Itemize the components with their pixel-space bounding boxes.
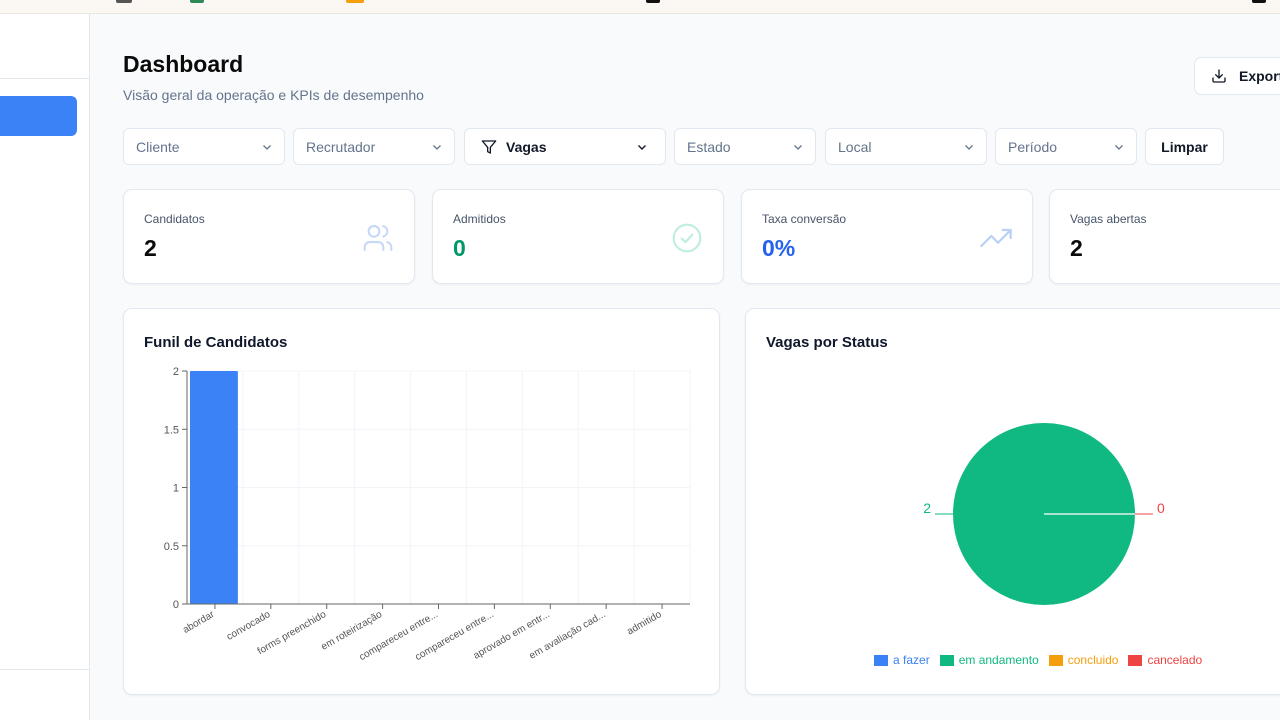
tab-indicator: [346, 0, 364, 3]
legend-item[interactable]: em andamento: [939, 653, 1039, 667]
kpi-label: Candidatos: [144, 212, 205, 226]
kpi-value: 0: [453, 235, 466, 261]
page-subtitle: Visão geral da operação e KPIs de desemp…: [123, 87, 424, 103]
chevron-down-icon: [1115, 144, 1123, 150]
y-tick-label: 1.5: [164, 424, 179, 436]
slice-label: 2: [923, 500, 931, 516]
kpi-card-taxa-conversao: Taxa conversão 0%: [741, 189, 1033, 284]
y-tick-label: 2: [173, 366, 179, 378]
legend-label: cancelado: [1147, 653, 1203, 667]
bar-chart: 00.511.52abordar convocadoforms preenchid…: [164, 366, 691, 663]
chart-legend: a fazer em andamento concluido cancelado: [874, 653, 1202, 667]
bar: [190, 371, 238, 604]
legend-item[interactable]: concluido: [1048, 653, 1119, 667]
y-tick-label: 0: [173, 599, 179, 611]
x-tick-label: convocado: [225, 609, 273, 643]
kpi-value: 2: [144, 235, 157, 261]
kpi-value: 2: [1070, 235, 1083, 261]
chevron-down-icon: [433, 144, 441, 150]
download-icon: [1212, 69, 1226, 83]
legend-item[interactable]: cancelado: [1128, 653, 1202, 667]
kpi-label: Taxa conversão: [762, 212, 847, 226]
tab-indicator: [190, 0, 204, 3]
users-icon: [363, 224, 393, 252]
chart-card-funil: Funil de Candidatos 0 0.5 1 1.5 2 abordar conv…: [123, 308, 720, 695]
tab-indicator: [116, 0, 132, 3]
legend-swatch: [1128, 654, 1143, 666]
filter-label: Estado: [687, 138, 731, 155]
legend-label: concluido: [1067, 653, 1119, 667]
kpi-label: Admitidos: [453, 212, 506, 226]
tab-indicator: [646, 0, 660, 3]
legend-swatch: [1048, 654, 1063, 666]
pie-chart: 20: [923, 423, 1165, 605]
x-tick-label: admitido: [625, 609, 664, 638]
legend-label: em andamento: [958, 653, 1039, 667]
chevron-down-icon: [638, 144, 646, 150]
x-tick-label: abordar: [181, 609, 217, 636]
trending-up-icon: [980, 228, 1012, 248]
legend-swatch: [939, 654, 954, 666]
tab-indicator: [1252, 0, 1266, 3]
page-title: Dashboard: [123, 51, 244, 77]
sidebar-divider: [0, 78, 89, 79]
kpi-card-candidatos: Candidatos 2: [123, 189, 415, 284]
sidebar: [0, 14, 90, 720]
legend-label: a fazer: [893, 653, 930, 667]
kpi-card-admitidos: Admitidos 0: [432, 189, 724, 284]
filter-label: Local: [838, 138, 872, 155]
slice-label: 0: [1157, 500, 1165, 516]
clear-filters-button[interactable]: Limpar: [1145, 128, 1224, 165]
kpi-label: Vagas abertas: [1070, 212, 1147, 226]
filter-local[interactable]: Local: [825, 128, 987, 165]
filter-label: Cliente: [136, 138, 180, 155]
kpi-card-vagas-abertas: Vagas abertas 2: [1049, 189, 1280, 284]
kpi-value: 0%: [762, 235, 796, 261]
chevron-down-icon: [794, 144, 802, 150]
chart-card-vagas-status: Vagas por Status 20 a fazer em andamento…: [745, 308, 1280, 695]
filter-vagas[interactable]: Vagas: [464, 128, 666, 165]
filter-label: Recrutador: [306, 138, 376, 155]
filter-periodo[interactable]: Período: [995, 128, 1137, 165]
legend-swatch: [874, 654, 888, 666]
browser-tab-strip: [0, 0, 1280, 14]
filter-label: Vagas: [506, 138, 547, 155]
filter-icon: [481, 139, 497, 154]
y-tick-label: 1: [173, 483, 179, 495]
chevron-down-icon: [965, 144, 973, 150]
export-label: Export: [1239, 68, 1280, 84]
export-button[interactable]: Export: [1194, 57, 1280, 95]
sidebar-item-dashboard[interactable]: [0, 96, 77, 136]
y-tick-label: 0.5: [164, 541, 179, 553]
filter-cliente[interactable]: Cliente: [123, 128, 285, 165]
filter-label: Período: [1008, 138, 1058, 155]
filter-recrutador[interactable]: Recrutador: [293, 128, 455, 165]
legend-item[interactable]: a fazer: [874, 653, 930, 667]
sidebar-divider: [0, 669, 89, 670]
filter-estado[interactable]: Estado: [674, 128, 816, 165]
chevron-down-icon: [263, 144, 271, 150]
check-circle-icon: [672, 223, 702, 253]
